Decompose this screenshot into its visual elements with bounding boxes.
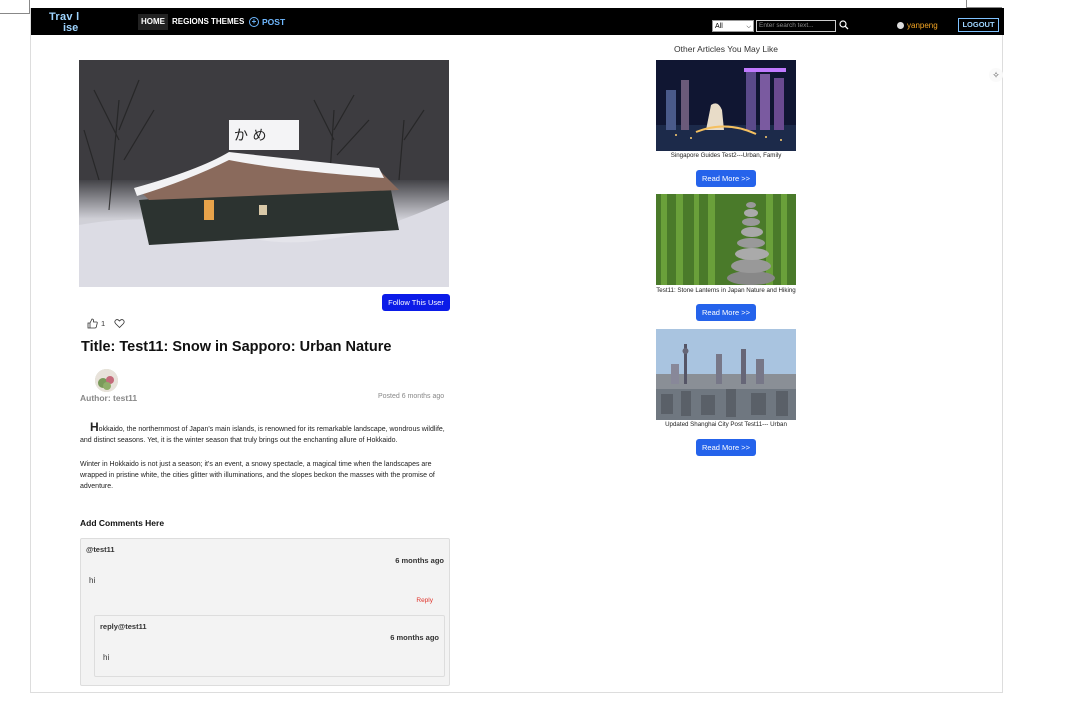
svg-text:か め: か め <box>234 128 266 144</box>
author-avatar[interactable] <box>95 369 118 392</box>
snow-house-illustration: か め <box>79 60 449 287</box>
window-corner-left <box>0 0 30 14</box>
nav-post-label: POST <box>262 17 286 27</box>
nav-home[interactable]: HOME <box>138 14 168 30</box>
thumbs-up-icon[interactable] <box>87 318 98 329</box>
comment-time: 6 months ago <box>395 556 444 565</box>
logo-line-2: ise <box>63 22 79 34</box>
paragraph-1-text: okkaido, the northernmost of Japan's mai… <box>80 426 445 444</box>
posted-time: Posted 6 months ago <box>378 393 445 400</box>
article-author[interactable]: Author: test11 <box>80 393 137 403</box>
search-input[interactable]: Enter search text... <box>756 20 836 32</box>
window-corner-right <box>966 0 1002 8</box>
search-scope-value: All <box>715 23 723 30</box>
singapore-skyline-image <box>656 60 796 151</box>
avatar-image <box>95 369 118 392</box>
user-icon <box>897 22 904 29</box>
logout-button[interactable]: LOGOUT <box>958 18 999 32</box>
read-more-button-2[interactable]: Read More >> <box>696 304 756 321</box>
nav-themes[interactable]: THEMES <box>208 14 247 30</box>
reply-time: 6 months ago <box>390 633 439 642</box>
drop-cap: H <box>90 420 99 434</box>
article-hero-image: か め <box>79 60 449 287</box>
comment-text: hi <box>89 576 96 585</box>
search-icon[interactable] <box>839 20 849 30</box>
username: yanpeng <box>907 21 938 30</box>
comments-heading: Add Comments Here <box>80 518 165 528</box>
comment-user: @test11 <box>86 545 115 554</box>
page-frame: Trav l ise HOME REGIONS THEMES + POST Al… <box>30 8 1004 693</box>
shanghai-skyline-image <box>656 329 796 420</box>
read-more-button-1[interactable]: Read More >> <box>696 170 756 187</box>
related-article-caption-3: Updated Shanghai City Post Test11--- Urb… <box>665 421 787 428</box>
related-article-caption-1: Singapore Guides Test2---Urban, Family <box>670 152 782 159</box>
reply-user: reply@test11 <box>100 622 147 631</box>
article-paragraph-1: Hokkaido, the northernmost of Japan's ma… <box>80 420 450 446</box>
reply-card: reply@test11 6 months ago hi <box>94 615 445 677</box>
plus-circle-icon: + <box>249 17 259 27</box>
related-article-image-stones[interactable] <box>656 194 796 285</box>
related-article-image-singapore[interactable] <box>656 60 796 151</box>
nav-regions[interactable]: REGIONS <box>169 14 212 30</box>
sparkle-icon[interactable]: ✧ <box>989 68 1003 82</box>
top-navbar: Trav l ise HOME REGIONS THEMES + POST Al… <box>31 8 1004 35</box>
article-title: Title: Test11: Snow in Sapporo: Urban Na… <box>81 339 392 355</box>
chevron-down-icon: ⌵ <box>746 24 751 30</box>
reply-link[interactable]: Reply <box>416 597 433 604</box>
related-articles-heading: Other Articles You May Like <box>674 44 778 54</box>
reply-text: hi <box>103 653 110 662</box>
related-article-caption-2: Test11: Stone Lanterns in Japan Nature a… <box>656 287 796 294</box>
follow-user-button[interactable]: Follow This User <box>382 294 450 311</box>
read-more-button-3[interactable]: Read More >> <box>696 439 756 456</box>
user-menu[interactable]: yanpeng <box>897 21 938 30</box>
related-article-image-shanghai[interactable] <box>656 329 796 420</box>
search-scope-select[interactable]: All ⌵ <box>712 20 754 32</box>
heart-icon[interactable] <box>114 318 125 329</box>
like-count: 1 <box>101 319 106 328</box>
article-paragraph-2: Winter in Hokkaido is not just a season;… <box>80 461 435 490</box>
comment-card: @test11 6 months ago hi Reply reply@test… <box>80 538 450 686</box>
nav-post[interactable]: + POST <box>246 14 288 30</box>
stone-stack-image <box>656 194 796 285</box>
travelwise-logo[interactable]: Trav l ise <box>49 11 109 34</box>
